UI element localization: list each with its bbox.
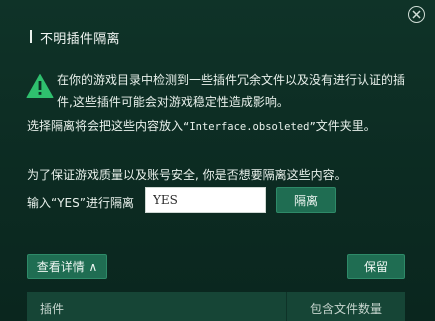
- column-header-file-count[interactable]: 包含文件数量: [287, 300, 405, 317]
- warning-text-line2: 件,这些插件可能会对游戏稳定性造成影响。: [57, 95, 289, 109]
- isolate-plugins-dialog: 不明插件隔离 在你的游戏目录中检测到一些插件冗余文件以及没有进行认证的插 件,这…: [0, 0, 435, 321]
- close-icon: [412, 10, 421, 19]
- isolate-button[interactable]: 隔离: [276, 187, 336, 213]
- confirm-prompt: 为了保证游戏质量以及账号安全, 你是否想要隔离这些内容。: [27, 168, 347, 182]
- dialog-title: 不明插件隔离: [40, 32, 120, 47]
- move-notice-suffix: 文件夹里。: [315, 119, 376, 133]
- plugin-table-header: 插件 包含文件数量: [27, 292, 405, 321]
- confirm-input-label: 输入“YES”进行隔离: [27, 196, 134, 210]
- warning-text-line1: 在你的游戏目录中检测到一些插件冗余文件以及没有进行认证的插: [57, 73, 406, 87]
- keep-button[interactable]: 保留: [347, 254, 405, 279]
- close-button[interactable]: [408, 6, 425, 23]
- obsoleted-folder-name: “Interface.obsoleted”: [183, 121, 316, 133]
- column-header-plugin[interactable]: 插件: [40, 300, 64, 317]
- move-notice: 选择隔离将会把这些内容放入“Interface.obsoleted”文件夹里。: [27, 117, 376, 134]
- title-accent-bar: [30, 30, 32, 43]
- warning-triangle-icon: [26, 74, 54, 98]
- view-details-button[interactable]: 查看详情 ∧: [27, 254, 107, 279]
- move-notice-prefix: 选择隔离将会把这些内容放入: [27, 119, 184, 133]
- confirm-input[interactable]: [145, 187, 266, 213]
